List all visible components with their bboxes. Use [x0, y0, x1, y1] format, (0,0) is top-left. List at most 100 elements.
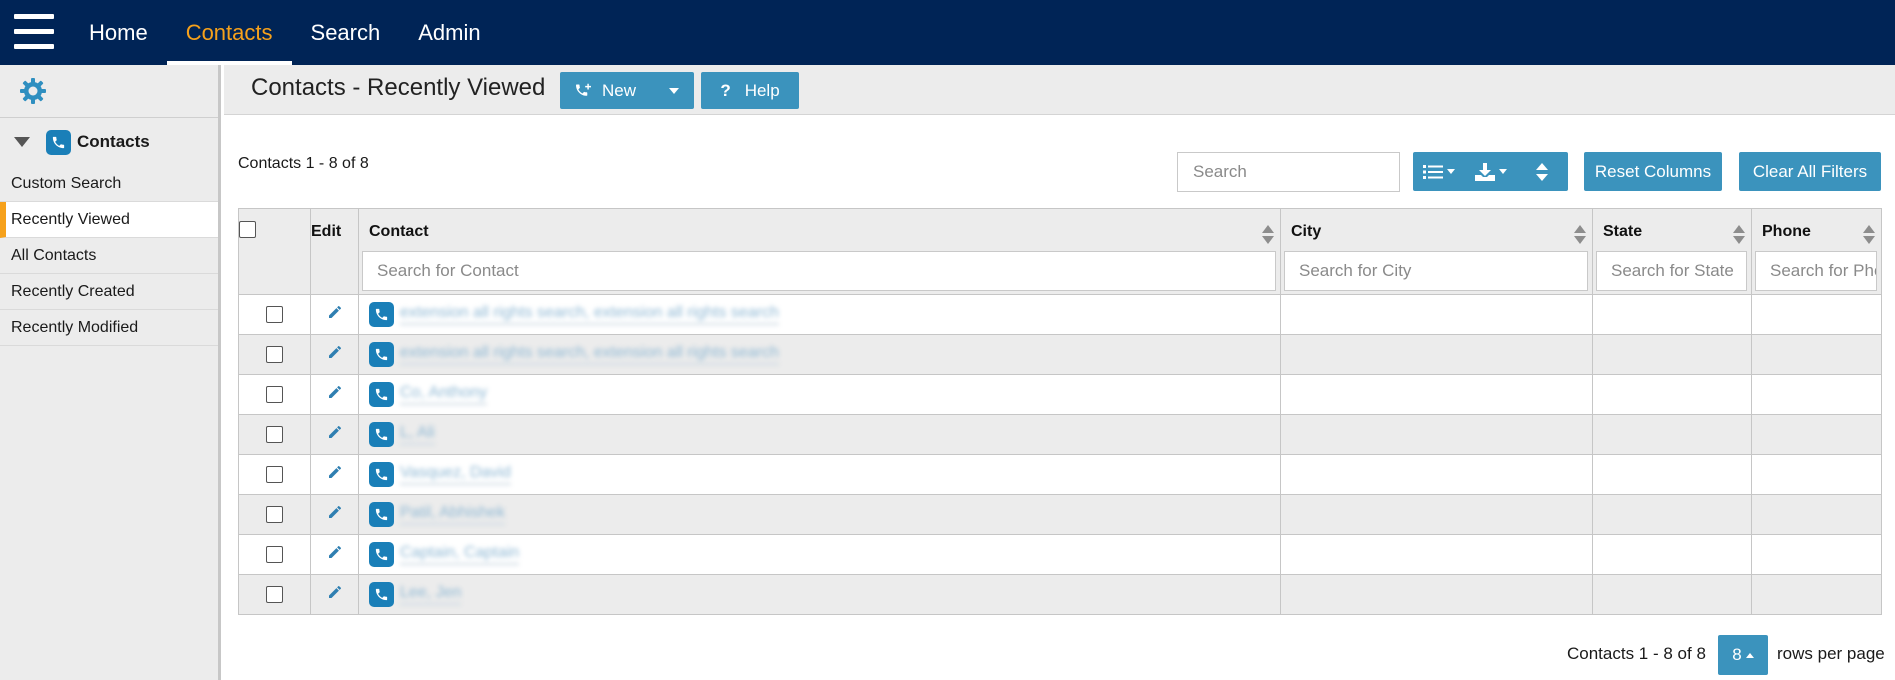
row-select-cell: [238, 574, 311, 615]
sidebar-item-custom-search[interactable]: Custom Search: [0, 166, 218, 202]
row-select-cell: [238, 414, 311, 455]
table-row[interactable]: extension all rights search, extension a…: [238, 334, 1882, 375]
reset-columns-button[interactable]: Reset Columns: [1584, 152, 1722, 191]
edit-pencil-icon[interactable]: [327, 585, 343, 604]
contact-name-link[interactable]: Vasquez, David: [400, 464, 511, 485]
edit-pencil-icon[interactable]: [327, 465, 343, 484]
collapse-caret-icon[interactable]: [14, 137, 30, 147]
row-edit-cell: [310, 574, 359, 615]
contact-name-link[interactable]: Lee, Jen: [400, 584, 462, 605]
edit-pencil-icon[interactable]: [327, 345, 343, 364]
sidebar-item-all-contacts[interactable]: All Contacts: [0, 238, 218, 274]
city-cell: [1280, 374, 1593, 415]
city-cell: [1280, 414, 1593, 455]
contact-name-link[interactable]: Co, Anthony: [400, 384, 488, 405]
city-column-header[interactable]: City: [1280, 208, 1593, 295]
contact-cell: Co, Anthony: [358, 374, 1281, 415]
contact-filter-input[interactable]: [362, 251, 1276, 291]
edit-header-label: Edit: [311, 223, 342, 240]
city-filter-input[interactable]: [1284, 251, 1588, 291]
edit-pencil-icon[interactable]: [327, 385, 343, 404]
phone-filter-input[interactable]: [1755, 251, 1877, 291]
clear-all-filters-button[interactable]: Clear All Filters: [1739, 152, 1881, 191]
table-row[interactable]: extension all rights search, extension a…: [238, 294, 1882, 335]
state-column-header[interactable]: State: [1592, 208, 1752, 295]
row-checkbox[interactable]: [266, 305, 283, 323]
rows-per-page-button[interactable]: 8: [1718, 635, 1768, 675]
sort-arrows-icon[interactable]: [1574, 225, 1586, 244]
search-input[interactable]: [1177, 152, 1400, 192]
contact-column-header[interactable]: Contact: [358, 208, 1281, 295]
row-select-cell: [238, 494, 311, 535]
sidebar-item-recently-modified[interactable]: Recently Modified: [0, 310, 218, 346]
contact-phone-icon: [369, 382, 394, 407]
title-bar: Contacts - Recently Viewed New ? Help: [224, 65, 1895, 115]
select-all-column: [238, 208, 311, 295]
sort-arrows-icon[interactable]: [1863, 225, 1875, 244]
edit-pencil-icon[interactable]: [327, 545, 343, 564]
table-row[interactable]: Captain, Captain: [238, 534, 1882, 575]
contacts-grid: Edit Contact City State: [238, 208, 1882, 615]
topnav-admin[interactable]: Admin: [399, 0, 499, 65]
chevron-down-icon: [1446, 169, 1455, 174]
list-icon: [1422, 164, 1443, 179]
table-row[interactable]: L, Ali: [238, 414, 1882, 455]
sort-button[interactable]: [1516, 152, 1568, 191]
contact-name-link[interactable]: Captain, Captain: [400, 544, 520, 565]
contact-cell: extension all rights search, extension a…: [358, 334, 1281, 375]
row-checkbox[interactable]: [266, 545, 283, 563]
sidebar: Contacts Custom Search Recently Viewed A…: [0, 65, 221, 680]
topnav-search[interactable]: Search: [292, 0, 400, 65]
contact-name-link[interactable]: extension all rights search, extension a…: [400, 344, 779, 365]
row-select-cell: [238, 454, 311, 495]
edit-pencil-icon[interactable]: [327, 505, 343, 524]
help-button-label: Help: [744, 80, 780, 100]
row-checkbox[interactable]: [266, 345, 283, 363]
row-select-cell: [238, 534, 311, 575]
row-edit-cell: [310, 534, 359, 575]
export-button[interactable]: [1465, 152, 1517, 191]
contact-name-link[interactable]: L, Ali: [400, 424, 435, 445]
state-header-label: State: [1603, 223, 1643, 240]
help-button[interactable]: ? Help: [701, 72, 799, 109]
contact-cell: Patil, Abhishek: [358, 494, 1281, 535]
contact-phone-icon: [369, 302, 394, 327]
row-edit-cell: [310, 294, 359, 335]
edit-pencil-icon[interactable]: [327, 425, 343, 444]
contact-name-link[interactable]: extension all rights search, extension a…: [400, 304, 779, 325]
row-checkbox[interactable]: [266, 385, 283, 403]
new-dropdown-toggle[interactable]: [654, 72, 694, 109]
row-checkbox[interactable]: [266, 585, 283, 603]
column-chooser-button[interactable]: [1413, 152, 1465, 191]
state-cell: [1592, 294, 1752, 335]
sidebar-section-contacts[interactable]: Contacts: [0, 118, 218, 166]
table-row[interactable]: Lee, Jen: [238, 574, 1882, 615]
table-row[interactable]: Patil, Abhishek: [238, 494, 1882, 535]
contact-name-link[interactable]: Patil, Abhishek: [400, 504, 505, 525]
grid-body: extension all rights search, extension a…: [238, 294, 1882, 615]
topnav-home[interactable]: Home: [70, 0, 167, 65]
gear-icon[interactable]: [18, 76, 48, 106]
row-checkbox[interactable]: [266, 425, 283, 443]
select-all-checkbox[interactable]: [239, 221, 256, 238]
state-filter-input[interactable]: [1596, 251, 1747, 291]
chevron-down-icon: [1498, 169, 1507, 174]
phone-column-header[interactable]: Phone: [1751, 208, 1882, 295]
city-header-label: City: [1291, 223, 1322, 240]
sidebar-item-recently-viewed[interactable]: Recently Viewed: [0, 202, 218, 238]
topnav-contacts[interactable]: Contacts: [166, 0, 292, 65]
new-button[interactable]: New: [560, 72, 694, 109]
state-cell: [1592, 574, 1752, 615]
sidebar-item-recently-created[interactable]: Recently Created: [0, 274, 218, 310]
table-row[interactable]: Vasquez, David: [238, 454, 1882, 495]
row-checkbox[interactable]: [266, 505, 283, 523]
edit-pencil-icon[interactable]: [327, 305, 343, 324]
row-checkbox[interactable]: [266, 465, 283, 483]
sort-arrows-icon[interactable]: [1262, 225, 1274, 244]
sort-arrows-icon[interactable]: [1733, 225, 1745, 244]
row-edit-cell: [310, 334, 359, 375]
rows-per-page-label: rows per page: [1777, 644, 1885, 663]
hamburger-menu-icon[interactable]: [14, 14, 54, 50]
table-row[interactable]: Co, Anthony: [238, 374, 1882, 415]
state-cell: [1592, 454, 1752, 495]
